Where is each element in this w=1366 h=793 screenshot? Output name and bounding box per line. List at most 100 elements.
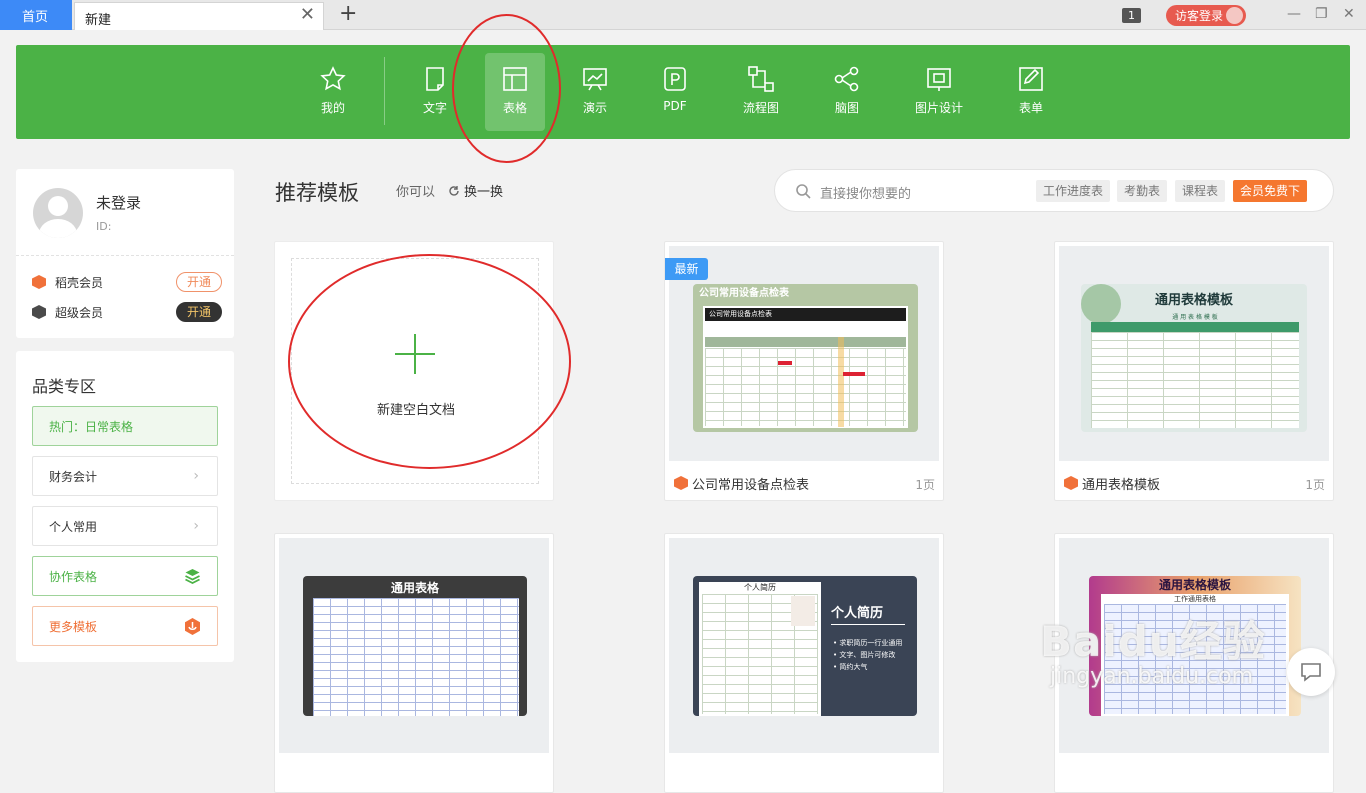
docer-icon <box>185 618 200 635</box>
search-box[interactable]: 直接搜你想要的 工作进度表 考勤表 课程表 会员免费下 <box>774 169 1334 212</box>
refresh-label: 换一换 <box>464 185 504 200</box>
chat-button[interactable] <box>1287 648 1335 696</box>
user-id: ID: <box>96 220 112 233</box>
new-blank-document-card[interactable]: 新建空白文档 <box>274 241 554 501</box>
template-card[interactable]: 通用表格 <box>274 533 554 793</box>
plus-icon <box>395 334 435 374</box>
divider <box>16 255 234 256</box>
template-thumbnail: 个人简历 个人简历 • 求职简历一行业通用 • 文字、图片可修改 • 简约大气 <box>669 538 939 753</box>
avatar-icon <box>1226 7 1243 24</box>
template-pages: 1页 <box>1305 478 1325 492</box>
sheet-body: 公司常用设备点检表 <box>703 306 908 428</box>
stack-icon <box>185 569 200 585</box>
toolbar-item-label: PDF <box>663 99 687 113</box>
category-label: 更多模板 <box>49 619 98 634</box>
toolbar-item-mindmap[interactable]: 脑图 <box>817 53 877 131</box>
toolbar-item-label: 流程图 <box>742 101 779 115</box>
template-card[interactable]: 通用表格模板 通 用 表 格 模 板 通用表格模板 1页 <box>1054 241 1334 501</box>
user-card: 未登录 ID: 稻壳会员 开通 超级会员 开通 <box>16 169 234 338</box>
category-collab[interactable]: 协作表格 <box>32 556 218 596</box>
search-tag[interactable]: 考勤表 <box>1117 180 1168 202</box>
refresh-button[interactable]: 换一换 <box>448 181 503 200</box>
toolbar-item-mine[interactable]: 我的 <box>303 53 363 131</box>
chat-icon <box>1301 663 1321 682</box>
super-vip-icon <box>32 305 46 319</box>
tab-home[interactable]: 首页 <box>0 0 72 30</box>
category-more[interactable]: 更多模板 <box>32 606 218 646</box>
template-thumbnail: 通用表格 <box>279 538 549 753</box>
pdf-icon <box>664 67 686 91</box>
toolbar-item-pdf[interactable]: PDF <box>645 53 705 131</box>
toolbar-item-presentation[interactable]: 演示 <box>565 53 625 131</box>
super-vip-open-button[interactable]: 开通 <box>176 302 222 322</box>
restore-icon[interactable]: ❐ <box>1315 6 1328 22</box>
visitor-login-button[interactable]: 访客登录 <box>1166 5 1246 26</box>
docer-icon <box>674 476 688 490</box>
toolbar-item-label: 脑图 <box>834 101 859 115</box>
sheet-grid <box>1091 332 1299 428</box>
sheet-header-row <box>705 337 906 347</box>
category-hot[interactable]: 热门：日常表格 <box>32 406 218 446</box>
avatar[interactable] <box>33 188 83 238</box>
add-tab-icon[interactable]: + <box>339 3 357 25</box>
watermark-subtitle: jingyan.baidu.com <box>1050 664 1254 689</box>
resume-photo <box>791 596 815 626</box>
sheet-header-title: 公司常用设备点检表 <box>699 288 789 299</box>
search-input[interactable]: 直接搜你想要的 <box>820 183 911 202</box>
vip-label: 稻壳会员 <box>55 275 104 290</box>
sheet-header-row <box>1091 322 1299 332</box>
sheet-preview: 公司常用设备点检表 公司常用设备点检表 <box>693 284 918 432</box>
search-tag[interactable]: 工作进度表 <box>1036 180 1111 202</box>
resume-page: 个人简历 <box>699 582 821 716</box>
new-blank-label: 新建空白文档 <box>376 403 455 418</box>
toolbar-item-label: 表格 <box>502 101 527 115</box>
resume-title: 个人简历 <box>831 606 884 621</box>
sheet-subtitle: 工作通用表格 <box>1174 595 1216 603</box>
category-title: 品类专区 <box>32 377 97 396</box>
new-blank-dropzone: 新建空白文档 <box>291 258 539 484</box>
vip-row-docer: 稻壳会员 开通 <box>32 272 222 292</box>
template-card[interactable]: 个人简历 个人简历 • 求职简历一行业通用 • 文字、图片可修改 • 简约大气 <box>664 533 944 793</box>
tab-new[interactable]: 新建 ✕ <box>74 2 324 30</box>
category-finance[interactable]: 财务会计 › <box>32 456 218 496</box>
category-personal[interactable]: 个人常用 › <box>32 506 218 546</box>
toolbar-item-writer[interactable]: 文字 <box>405 53 465 131</box>
user-name[interactable]: 未登录 <box>96 192 141 213</box>
close-window-icon[interactable]: ✕ <box>1343 6 1355 22</box>
vip-label: 超级会员 <box>55 305 104 320</box>
vip-row-super: 超级会员 开通 <box>32 302 222 322</box>
template-thumbnail: 通用表格模板 通 用 表 格 模 板 <box>1059 246 1329 461</box>
docer-vip-icon <box>32 275 46 289</box>
visitor-login-label: 访客登录 <box>1175 9 1224 23</box>
section-hint: 你可以 <box>396 185 436 200</box>
category-label: 财务会计 <box>49 469 98 484</box>
search-tag[interactable]: 课程表 <box>1175 180 1226 202</box>
toolbar-item-image-design[interactable]: 图片设计 <box>906 53 972 131</box>
refresh-icon <box>449 185 459 196</box>
toolbar-item-label: 演示 <box>582 101 607 115</box>
resume-bullet: • 求职简历一行业通用 <box>833 639 903 647</box>
divider <box>831 624 905 625</box>
toolbar-divider <box>384 57 385 125</box>
toolbar-item-flowchart[interactable]: 流程图 <box>731 53 791 131</box>
tab-bar: 首页 新建 ✕ + 1 访客登录 — ❐ ✕ <box>0 0 1366 30</box>
tab-close-icon[interactable]: ✕ <box>300 6 315 24</box>
sheet-header-title: 通用表格 <box>390 581 439 595</box>
sheet-header-title: 通用表格模板 <box>1158 578 1231 592</box>
toolbar-item-spreadsheet[interactable]: 表格 <box>485 53 545 131</box>
category-card: 品类专区 热门：日常表格 财务会计 › 个人常用 › 协作表格 更多模板 <box>16 351 234 662</box>
template-card[interactable]: 最新 公司常用设备点检表 公司常用设备点检表 公司常用设备点检表 1页 <box>664 241 944 501</box>
minimize-icon[interactable]: — <box>1287 6 1301 22</box>
resume-page-title: 个人简历 <box>744 583 776 592</box>
template-name: 公司常用设备点检表 <box>692 478 810 493</box>
document-icon <box>426 67 444 91</box>
toolbar-item-form[interactable]: 表单 <box>1001 53 1061 131</box>
category-label: 协作表格 <box>49 569 98 584</box>
sheet-header-title: 通用表格模板 <box>1154 293 1233 308</box>
search-icon <box>796 184 811 199</box>
vip-free-tag[interactable]: 会员免费下 <box>1233 180 1308 202</box>
sheet-flag <box>843 372 865 376</box>
window-count-badge[interactable]: 1 <box>1122 8 1141 23</box>
docer-vip-open-button[interactable]: 开通 <box>176 272 222 292</box>
toolbar-item-label: 我的 <box>320 101 345 115</box>
